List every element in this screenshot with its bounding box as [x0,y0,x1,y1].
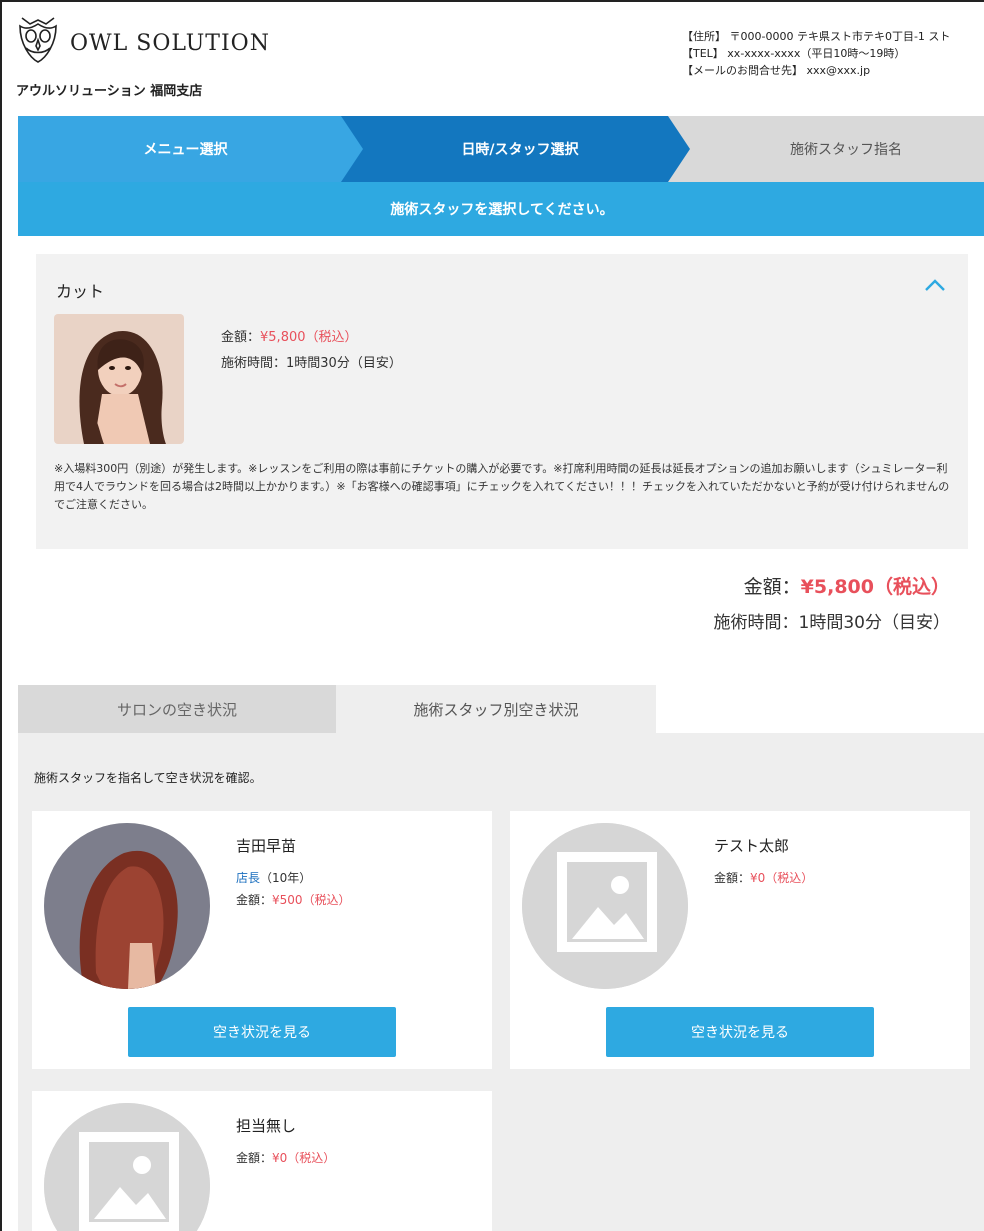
menu-description: ※入場料300円（別途）が発生します。※レッスンをご利用の際は事前にチケットの購… [54,462,950,511]
total-duration: 施術時間：1時間30分（目安） [713,613,950,633]
staff-price: 金額：¥500（税込） [236,893,351,907]
staff-name: 担当無し [236,1117,297,1135]
instruction-banner: 施術スタッフを選択してください。 [18,182,984,236]
staff-card: 担当無し 金額：¥0（税込） [32,1091,492,1231]
view-availability-button[interactable]: 空き状況を見る [606,1007,874,1057]
staff-role: 店長（10年） [236,871,312,885]
staff-card: テスト太郎 金額：¥0（税込） 空き状況を見る [510,811,970,1069]
contact-address: 【住所】 〒000-0000 テキ県スト市テキ0丁目-1 スト [682,30,951,43]
total-price: 金額：¥5,800（税込） [743,576,950,598]
placeholder-image-icon [44,1103,210,1231]
site-header: OWL SOLUTION アウルソリューション 福岡支店 【住所】 〒000-0… [2,2,984,116]
tab-staff-availability[interactable]: 施術スタッフ別空き状況 [336,685,656,733]
logo[interactable]: OWL SOLUTION [16,14,270,64]
branch-name: アウルソリューション 福岡支店 [16,84,203,99]
staff-name: 吉田早苗 [236,837,297,855]
contact-email: 【メールのお問合せ先】 xxx@xxx.jp [682,64,871,77]
staff-availability-panel: 施術スタッフを指名して空き状況を確認。 吉田早苗 店長（10年） 金額：¥500… [18,733,984,1231]
menu-price: 金額：¥5,800（税込） [221,330,358,345]
selected-menu-panel: カット 金額：¥5,800（税込） 施術時間：1時間30分（目安） ※入場料30… [36,254,968,549]
staff-card: 吉田早苗 店長（10年） 金額：¥500（税込） 空き状況を見る [32,811,492,1069]
avatar [44,823,210,989]
view-availability-button[interactable]: 空き状況を見る [128,1007,396,1057]
step-menu-select[interactable]: メニュー選択 [18,116,363,182]
menu-duration: 施術時間：1時間30分（目安） [221,356,402,371]
menu-title: カット [56,282,105,301]
staff-price: 金額：¥0（税込） [714,871,814,885]
chevron-up-icon[interactable] [924,278,946,292]
tab-salon-availability[interactable]: サロンの空き状況 [18,685,336,733]
owl-logo-icon [19,17,57,63]
page: OWL SOLUTION アウルソリューション 福岡支店 【住所】 〒000-0… [0,0,984,1231]
staff-hint: 施術スタッフを指名して空き状況を確認。 [34,771,262,785]
step-staff-nominate: 施術スタッフ指名 [666,116,984,182]
staff-name: テスト太郎 [714,837,790,855]
placeholder-image-icon [522,823,688,989]
staff-price: 金額：¥0（税込） [236,1151,336,1165]
progress-steps: メニュー選択 日時/スタッフ選択 施術スタッフ指名 [18,116,984,182]
contact-info: 【住所】 〒000-0000 テキ県スト市テキ0丁目-1 スト 【TEL】 xx… [682,28,950,79]
menu-photo [54,314,184,444]
step-datetime-staff: 日時/スタッフ選択 [340,116,690,182]
brand-name: OWL SOLUTION [70,30,270,56]
contact-tel: 【TEL】 xx-xxxx-xxxx（平日10時～19時） [682,47,906,60]
